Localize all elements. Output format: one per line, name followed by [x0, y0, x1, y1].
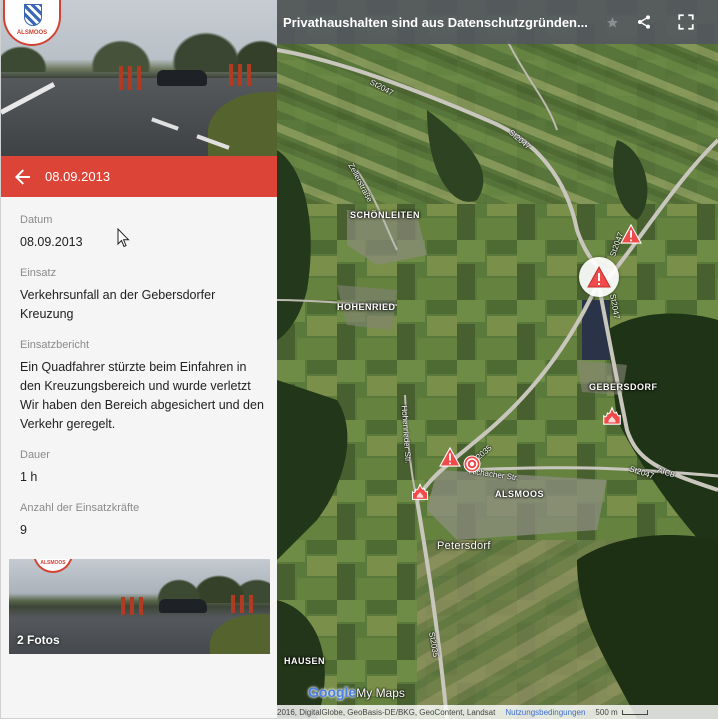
place-label: Petersdorf — [437, 540, 491, 552]
fullscreen-button[interactable] — [676, 12, 696, 32]
fullscreen-icon — [678, 14, 694, 30]
place-label: ALSMOOS — [495, 489, 545, 499]
attribution-text: 2016, DigitalGlobe, GeoBasis-DE/BKG, Geo… — [277, 707, 496, 717]
selected-incident-marker[interactable] — [579, 257, 619, 297]
hero-car — [157, 70, 207, 86]
scale-label: 500 m — [595, 707, 618, 717]
target-icon — [463, 455, 481, 473]
location-marker[interactable] — [463, 455, 481, 478]
place-label: HOHENRIED — [337, 302, 396, 312]
detail-title: 08.09.2013 — [45, 169, 111, 184]
field-label: Einsatzbericht — [20, 339, 90, 351]
field-value: Ein Quadfahrer stürzte beim Einfahren in… — [20, 360, 264, 431]
scale-bar — [621, 709, 648, 715]
coat-of-arms-icon — [24, 4, 42, 26]
fire-marker[interactable] — [601, 404, 623, 431]
google-logo-text: Google — [308, 684, 357, 700]
share-icon — [638, 15, 650, 29]
detail-panel: ALSMOOS 08.09.2013 Datum 08.09.2013 Eins… — [0, 0, 277, 719]
star-icon — [606, 16, 618, 27]
detail-header: 08.09.2013 — [1, 156, 277, 197]
field-einsatz: Einsatz Verkehrsunfall an der Gebersdorf… — [20, 267, 265, 324]
field-value: Verkehrsunfall an der Gebersdorfer Kreuz… — [20, 288, 216, 321]
photo-car — [159, 599, 207, 613]
field-dauer: Dauer 1 h — [20, 449, 265, 487]
hero-firefighters — [229, 64, 251, 86]
warning-icon — [587, 266, 611, 288]
back-button[interactable] — [1, 156, 45, 197]
photo-grass — [210, 614, 270, 654]
field-label: Dauer — [20, 449, 50, 461]
satellite-imagery — [277, 0, 718, 719]
logo-text: ALSMOOS — [16, 30, 48, 36]
field-datum: Datum 08.09.2013 — [20, 214, 265, 252]
arrow-left-icon — [15, 168, 30, 185]
map-attribution: 2016, DigitalGlobe, GeoBasis-DE/BKG, Geo… — [277, 705, 718, 719]
map-view[interactable]: Privathaushalten sind aus Datenschutzgrü… — [277, 0, 718, 719]
map-title: Privathaushalten sind aus Datenschutzgrü… — [283, 14, 588, 30]
fire-marker[interactable] — [410, 481, 430, 506]
fire-icon — [603, 406, 621, 425]
incident-marker[interactable] — [439, 446, 461, 472]
field-einsatzbericht: Einsatzbericht Ein Quadfahrer stürzte be… — [20, 339, 265, 434]
field-label: Datum — [20, 214, 53, 226]
detail-fields: Datum 08.09.2013 Einsatz Verkehrsunfall … — [20, 214, 265, 555]
field-value: 9 — [20, 523, 27, 537]
warning-icon — [620, 223, 642, 244]
star-button[interactable] — [602, 12, 622, 32]
photo-firefighters — [121, 597, 143, 615]
field-einsatzkraefte: Anzahl der Einsatzkräfte 9 — [20, 502, 265, 540]
photo-firefighters — [231, 595, 253, 613]
field-label: Einsatz — [20, 267, 57, 279]
hero-firefighters — [119, 66, 141, 90]
hero-photo[interactable]: ALSMOOS — [1, 0, 277, 156]
share-button[interactable] — [634, 12, 654, 32]
mouse-cursor-icon — [117, 228, 130, 248]
place-label: HAUSEN — [284, 656, 326, 666]
place-label: GEBERSDORF — [589, 382, 658, 392]
google-mymaps-logo: GoogleMy Maps — [308, 684, 405, 700]
field-label: Anzahl der Einsatzkräfte — [20, 502, 140, 514]
mymaps-text: My Maps — [356, 686, 405, 700]
field-value: 08.09.2013 — [20, 235, 83, 249]
field-value: 1 h — [20, 470, 38, 484]
map-title-bar: Privathaushalten sind aus Datenschutzgrü… — [277, 0, 718, 44]
photo-count: 2 Fotos — [17, 633, 60, 647]
incident-marker[interactable] — [620, 223, 642, 249]
place-label: SCHÖNLEITEN — [350, 210, 421, 220]
warning-icon — [439, 446, 461, 467]
fire-icon — [412, 482, 428, 500]
photo-gallery-card[interactable]: ALSMOOS 2 Fotos — [9, 559, 270, 654]
logo-text: ALSMOOS — [40, 560, 66, 566]
terms-link[interactable]: Nutzungsbedingungen — [505, 708, 585, 717]
